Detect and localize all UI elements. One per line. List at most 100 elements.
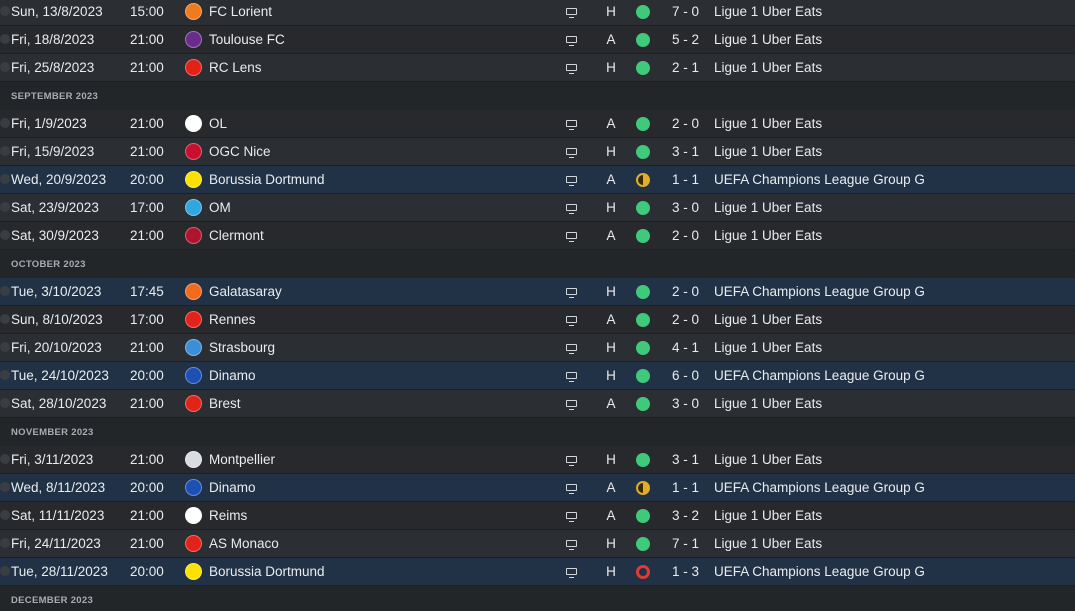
competition-name[interactable]: Ligue 1 Uber Eats [714,54,822,82]
fixture-date: Sat, 23/9/2023 [11,200,99,215]
fixture-score[interactable]: 3 - 0 [672,194,699,222]
month-section-label: NOVEMBER 2023 [11,427,94,438]
fixture-date: Fri, 3/11/2023 [11,452,94,467]
opponent-name[interactable]: OL [209,110,227,138]
competition-name[interactable]: UEFA Champions League Group G [714,362,925,390]
fixture-date: Fri, 18/8/2023 [11,32,95,47]
opponent-name[interactable]: Rennes [209,306,256,334]
fixture-row[interactable]: Sat, 23/9/2023 17:00 OM H 3 - 0 Ligue 1 Uber … [0,194,1075,222]
opponent-name[interactable]: Dinamo [209,474,256,502]
opponent-name[interactable]: OGC Nice [209,138,271,166]
fixture-score[interactable]: 5 - 2 [672,26,699,54]
fixture-row[interactable]: Tue, 24/10/2023 20:00 Dinamo H 6 - 0 UEFA Cha… [0,362,1075,390]
fixture-row[interactable]: Fri, 24/11/2023 21:00 AS Monaco H 7 - 1 Ligue… [0,530,1075,558]
fixture-score[interactable]: 7 - 0 [672,0,699,26]
result-win-icon [636,509,650,523]
competition-name[interactable]: Ligue 1 Uber Eats [714,138,822,166]
fixture-score[interactable]: 4 - 1 [672,334,699,362]
fixture-venue: A [606,480,616,495]
dortmund-crest-icon [185,563,202,580]
galatasaray-crest-icon [185,283,202,300]
tv-broadcast-icon [566,484,577,494]
fixture-score[interactable]: 2 - 0 [672,278,699,306]
fixture-row[interactable]: Fri, 18/8/2023 21:00 Toulouse FC A 5 - 2 Ligu… [0,26,1075,54]
fixture-row[interactable]: Sat, 11/11/2023 21:00 Reims A 3 - 2 Ligue 1 U… [0,502,1075,530]
fixture-row[interactable]: Fri, 25/8/2023 21:00 RC Lens H 2 - 1 Ligue 1 … [0,54,1075,82]
fixture-row[interactable]: Fri, 3/11/2023 21:00 Montpellier H 3 - 1 Ligu… [0,446,1075,474]
competition-name[interactable]: Ligue 1 Uber Eats [714,334,822,362]
fixture-venue: A [606,172,616,187]
competition-name[interactable]: UEFA Champions League Group G [714,558,925,586]
fixture-score[interactable]: 2 - 0 [672,306,699,334]
opponent-name[interactable]: Borussia Dortmund [209,166,325,194]
played-check-icon [0,62,10,72]
fixture-time: 17:00 [130,200,164,215]
competition-name[interactable]: Ligue 1 Uber Eats [714,390,822,418]
fixture-row[interactable]: Wed, 20/9/2023 20:00 Borussia Dortmund A 1 -… [0,166,1075,194]
competition-name[interactable]: UEFA Champions League Group G [714,166,925,194]
result-win-icon [636,117,650,131]
fixture-date: Wed, 20/9/2023 [11,172,107,187]
result-win-icon [636,313,650,327]
opponent-name[interactable]: Clermont [209,222,264,250]
fixture-score[interactable]: 7 - 1 [672,530,699,558]
competition-name[interactable]: UEFA Champions League Group G [714,278,925,306]
fixture-row[interactable]: Tue, 28/11/2023 20:00 Borussia Dortmund H 1 … [0,558,1075,586]
competition-name[interactable]: Ligue 1 Uber Eats [714,0,822,26]
fixture-score[interactable]: 1 - 1 [672,166,699,194]
opponent-name[interactable]: Reims [209,502,247,530]
competition-name[interactable]: Ligue 1 Uber Eats [714,194,822,222]
competition-name[interactable]: Ligue 1 Uber Eats [714,222,822,250]
competition-name[interactable]: Ligue 1 Uber Eats [714,110,822,138]
tv-broadcast-icon [566,456,577,466]
opponent-name[interactable]: AS Monaco [209,530,279,558]
opponent-name[interactable]: RC Lens [209,54,262,82]
opponent-name[interactable]: Borussia Dortmund [209,558,325,586]
fixture-venue: A [606,228,616,243]
fixture-score[interactable]: 3 - 0 [672,390,699,418]
om-crest-icon [185,199,202,216]
fixture-score[interactable]: 6 - 0 [672,362,699,390]
played-check-icon [0,538,10,548]
opponent-name[interactable]: Strasbourg [209,334,275,362]
competition-name[interactable]: Ligue 1 Uber Eats [714,26,822,54]
competition-name[interactable]: Ligue 1 Uber Eats [714,446,822,474]
fixture-row[interactable]: Fri, 15/9/2023 21:00 OGC Nice H 3 - 1 Ligue 1… [0,138,1075,166]
opponent-name[interactable]: Toulouse FC [209,26,285,54]
fixture-time: 17:45 [130,284,164,299]
opponent-name[interactable]: OM [209,194,231,222]
fixtures-list: Sun, 13/8/2023 15:00 FC Lorient H 7 - 0 Ligue… [0,0,1075,611]
fixture-date: Sun, 13/8/2023 [11,4,103,19]
opponent-name[interactable]: Brest [209,390,241,418]
fixture-score[interactable]: 2 - 0 [672,222,699,250]
opponent-name[interactable]: FC Lorient [209,0,272,26]
played-check-icon [0,482,10,492]
fixture-time: 21:00 [130,536,164,551]
fixture-score[interactable]: 3 - 1 [672,446,699,474]
fixture-row[interactable]: Sun, 8/10/2023 17:00 Rennes A 2 - 0 Ligue 1 U… [0,306,1075,334]
fixture-row[interactable]: Sun, 13/8/2023 15:00 FC Lorient H 7 - 0 Ligue… [0,0,1075,26]
fixture-score[interactable]: 3 - 2 [672,502,699,530]
ol-crest-icon [185,115,202,132]
competition-name[interactable]: UEFA Champions League Group G [714,474,925,502]
fixture-row[interactable]: Sat, 30/9/2023 21:00 Clermont A 2 - 0 Ligue 1… [0,222,1075,250]
fixture-time: 20:00 [130,368,164,383]
strasbourg-crest-icon [185,339,202,356]
opponent-name[interactable]: Dinamo [209,362,256,390]
fixture-row[interactable]: Tue, 3/10/2023 17:45 Galatasaray H 2 - 0 UEFA… [0,278,1075,306]
fixture-score[interactable]: 2 - 1 [672,54,699,82]
fixture-row[interactable]: Fri, 20/10/2023 21:00 Strasbourg H 4 - 1 Ligu… [0,334,1075,362]
competition-name[interactable]: Ligue 1 Uber Eats [714,530,822,558]
fixture-score[interactable]: 2 - 0 [672,110,699,138]
fixture-row[interactable]: Sat, 28/10/2023 21:00 Brest A 3 - 0 Ligue 1 U… [0,390,1075,418]
fixture-score[interactable]: 3 - 1 [672,138,699,166]
fixture-row[interactable]: Wed, 8/11/2023 20:00 Dinamo A 1 - 1 UEFA Cham… [0,474,1075,502]
competition-name[interactable]: Ligue 1 Uber Eats [714,306,822,334]
opponent-name[interactable]: Montpellier [209,446,275,474]
competition-name[interactable]: Ligue 1 Uber Eats [714,502,822,530]
fixture-row[interactable]: Fri, 1/9/2023 21:00 OL A 2 - 0 Ligue 1 Uber E… [0,110,1075,138]
fixture-score[interactable]: 1 - 1 [672,474,699,502]
opponent-name[interactable]: Galatasaray [209,278,282,306]
fixture-time: 21:00 [130,452,164,467]
fixture-score[interactable]: 1 - 3 [672,558,699,586]
